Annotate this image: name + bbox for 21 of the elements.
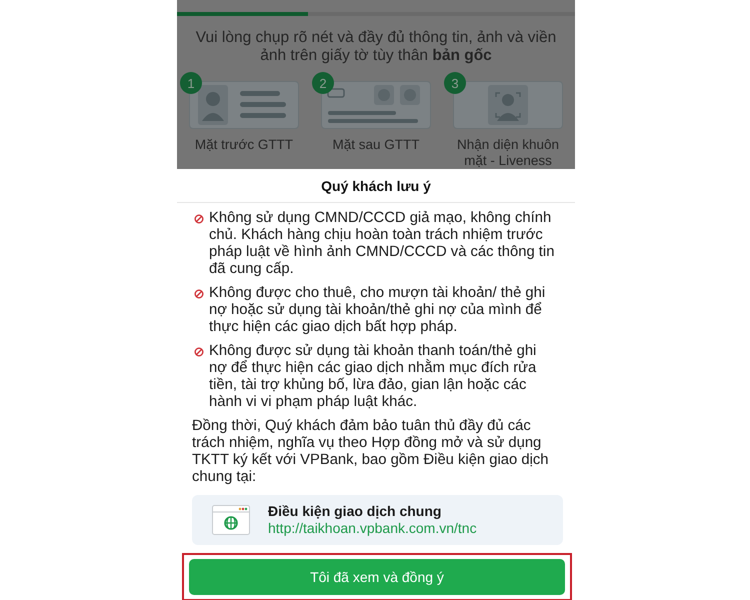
prohibited-icon [194,289,204,299]
terms-link-card[interactable]: Điều kiện giao dịch chung http://taikhoan.vpbank.com.vn/tnc [192,495,563,545]
step-number: 1 [180,72,202,94]
link-url[interactable]: http://taikhoan.vpbank.com.vn/tnc [268,520,477,537]
prohibited-icon [194,347,204,357]
link-title: Điều kiện giao dịch chung [268,503,442,520]
warning-text: Không sử dụng CMND/CCCD giả mạo, không chính chủ. Khách hàng chịu hoàn toàn trách nhiệm trước pháp luật về hình ảnh CMND/CCCD và các thông tin đã cung cấp. [209,210,556,278]
step-number: 2 [312,72,334,94]
prohibited-icon [194,214,204,224]
agree-button[interactable]: Tôi đã xem và đồng ý [189,559,565,595]
warning-text: Không được sử dụng tài khoản thanh toán/thẻ ghi nợ để thực hiện các giao dịch nhằm mục đích rửa tiền, tài trợ khủng bố, lừa đảo, gian lận hoặc các hành vi vi phạm pháp luật khác. [209,343,538,411]
step-number: 3 [444,72,466,94]
face-scan-icon [488,85,528,125]
dialog-title: Quý khách lưu ý [177,170,575,203]
note-text: Đồng thời, Quý khách đảm bảo tuân thủ đầy đủ các trách nhiệm, nghĩa vụ theo Hợp đồng mở và sử dụng TKTT ký kết với VPBank, bao gồm Điều kiện giao dịch chung tại: [192,418,550,486]
step-label: Mặt sau GTTT [332,137,420,153]
warning-text: Không được cho thuê, cho mượn tài khoản/ thẻ ghi nợ hoặc sử dụng tài khoản/thẻ ghi nợ của mình để thực hiện các giao dịch bất hợp pháp. [209,285,546,336]
instruction-text: Vui lòng chụp rõ nét và đầy đủ thông tin, ảnh và viền ảnh trên giấy tờ tùy thân bản gốc [195,29,557,65]
step-label: Nhận diện khuôn mặt - Liveness [456,137,560,169]
step-label: Mặt trước GTTT [194,137,294,153]
web-page-icon [212,505,250,535]
